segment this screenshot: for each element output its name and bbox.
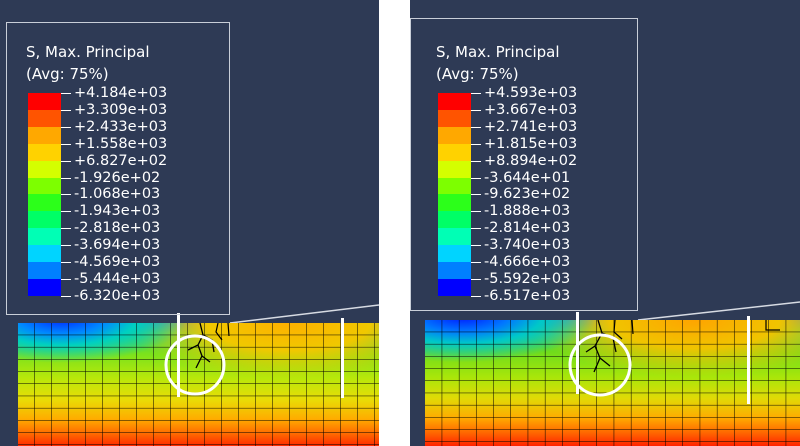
right-legend-tick [471, 262, 481, 263]
right-mesh-region [425, 320, 800, 446]
left-legend-value: -3.694e+03 [74, 237, 161, 254]
left-legend-tick [61, 93, 71, 94]
right-legend-value: -4.666e+03 [484, 254, 571, 270]
right-legend-tick [471, 228, 481, 230]
right-legend-title: S, Max. Principal [436, 43, 560, 61]
left-legend-tick [61, 109, 71, 111]
right-legend-tick [471, 295, 481, 297]
right-legend-value: +4.593e+03 [484, 85, 578, 101]
right-legend-swatch [438, 262, 471, 280]
right-legend-tick [471, 194, 481, 196]
right-legend-subtitle: (Avg: 75%) [436, 65, 519, 83]
right-legend-tick [471, 278, 481, 280]
left-legend-swatch [28, 194, 61, 212]
left-legend-tick [61, 245, 71, 247]
left-legend-tick [61, 143, 71, 145]
left-legend-value: -1.943e+03 [74, 203, 161, 220]
right-contour-viewport[interactable]: S, Max. Principal (Avg: 75%) +4.593e+03 +… [410, 0, 800, 446]
left-legend-swatch [28, 143, 61, 162]
right-legend-value: -2.814e+03 [484, 220, 571, 237]
right-legend-tick [471, 160, 481, 162]
right-legend-value: -3.644e+01 [484, 169, 571, 186]
right-legend-tick [471, 126, 481, 128]
right-legend-value: -1.888e+03 [484, 203, 571, 220]
right-legend-tick [471, 93, 481, 94]
left-legend-tick [61, 194, 71, 196]
left-legend-value: -2.818e+03 [74, 220, 161, 237]
left-legend-value: -1.926e+02 [74, 169, 161, 186]
left-legend-swatch [28, 278, 61, 297]
left-legend-tick [61, 126, 71, 128]
left-legend-subtitle: (Avg: 75%) [26, 65, 109, 83]
left-legend-value: +3.309e+03 [74, 101, 168, 118]
right-legend-tick [471, 177, 481, 179]
right-legend-tick [471, 143, 481, 145]
left-legend-tick [61, 295, 71, 297]
left-legend-value: +2.433e+03 [74, 118, 168, 135]
right-legend-value: +1.815e+03 [484, 135, 578, 152]
right-legend-swatch [438, 143, 471, 162]
right-legend-swatch [438, 160, 471, 179]
left-legend-title: S, Max. Principal [26, 43, 150, 61]
right-legend-swatch [438, 109, 471, 128]
right-legend-swatch [438, 278, 471, 297]
left-legend-value: -4.569e+03 [74, 254, 161, 270]
left-legend-swatch [28, 160, 61, 179]
right-legend-swatch [438, 245, 471, 263]
right-legend-value: -3.740e+03 [484, 237, 571, 254]
left-legend-value: -5.444e+03 [74, 270, 161, 287]
left-legend-swatch [28, 262, 61, 280]
right-legend-swatch [438, 93, 471, 111]
right-legend-value: -5.592e+03 [484, 270, 571, 287]
left-legend-tick [61, 160, 71, 162]
right-legend-value: +2.741e+03 [484, 118, 578, 135]
left-legend-swatch [28, 245, 61, 263]
left-legend-swatch [28, 126, 61, 145]
right-legend-tick [471, 211, 481, 213]
right-legend-swatch [438, 211, 471, 229]
left-contour-viewport[interactable]: S, Max. Principal (Avg: 75%) +4.184e+03 +… [0, 0, 379, 446]
right-legend-swatch [438, 194, 471, 212]
left-legend-swatch [28, 109, 61, 128]
left-legend-tick [61, 211, 71, 213]
right-legend-swatch [438, 228, 471, 246]
left-legend-swatch [28, 228, 61, 246]
left-legend-tick [61, 262, 71, 263]
left-legend-swatch [28, 93, 61, 111]
left-legend-value: +6.827e+02 [74, 152, 168, 169]
right-legend-value: +8.894e+02 [484, 152, 578, 169]
left-legend-tick [61, 228, 71, 230]
right-legend-value: -6.517e+03 [484, 287, 571, 304]
right-legend-tick [471, 245, 481, 247]
left-legend-swatch [28, 177, 61, 195]
left-legend-value: -1.068e+03 [74, 186, 161, 203]
left-legend-value: -6.320e+03 [74, 287, 161, 304]
right-legend-swatch [438, 177, 471, 195]
left-legend-swatch [28, 211, 61, 229]
right-legend-tick [471, 109, 481, 111]
right-legend-swatch [438, 126, 471, 145]
left-legend-value: +1.558e+03 [74, 135, 168, 152]
left-legend-value: +4.184e+03 [74, 85, 168, 101]
left-legend-tick [61, 278, 71, 280]
right-legend-value: -9.623e+02 [484, 186, 571, 203]
right-legend-value: +3.667e+03 [484, 101, 578, 118]
left-legend-tick [61, 177, 71, 179]
